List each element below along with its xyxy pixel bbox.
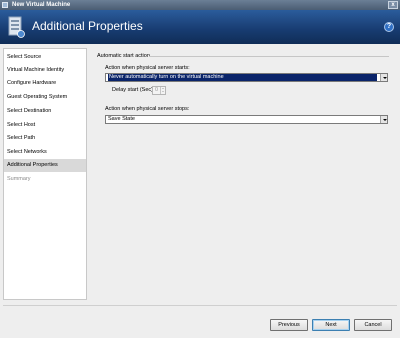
chevron-down-icon[interactable] (380, 74, 387, 81)
sidebar-item-select-networks[interactable]: Select Networks (4, 146, 86, 159)
start-action-value: Never automatically turn on the virtual … (108, 74, 377, 81)
delay-start-label: Delay start (Sec): (112, 87, 155, 93)
help-icon[interactable]: ? (384, 22, 394, 32)
header-banner: Additional Properties ? (0, 10, 400, 44)
title-bar[interactable]: New Virtual Machine x (0, 0, 400, 10)
sidebar-item-select-destination[interactable]: Select Destination (4, 105, 86, 118)
sidebar-item-select-source[interactable]: Select Source (4, 51, 86, 64)
sidebar-item-configure-hardware[interactable]: Configure Hardware (4, 77, 86, 90)
cancel-button[interactable]: Cancel (354, 319, 392, 331)
chevron-down-icon[interactable] (161, 91, 165, 94)
automatic-start-group-label: Automatic start action (97, 53, 150, 59)
virtual-machine-icon (8, 16, 25, 38)
stop-action-dropdown[interactable]: Save State (105, 115, 388, 124)
next-button[interactable]: Next (312, 319, 350, 331)
sidebar-item-virtual-machine-identity[interactable]: Virtual Machine Identity (4, 64, 86, 77)
start-action-dropdown[interactable]: Never automatically turn on the virtual … (105, 73, 388, 82)
start-action-label: Action when physical server starts: (105, 65, 190, 71)
stepper-buttons (160, 87, 165, 94)
wizard-window: New Virtual Machine x Additional Propert… (0, 0, 400, 338)
sidebar-item-select-path[interactable]: Select Path (4, 132, 86, 145)
page-title: Additional Properties (32, 19, 143, 33)
sidebar-item-select-host[interactable]: Select Host (4, 119, 86, 132)
wizard-body: Select Source Virtual Machine Identity C… (0, 44, 400, 338)
footer-divider (3, 305, 397, 306)
sidebar-item-guest-operating-system[interactable]: Guest Operating System (4, 91, 86, 104)
previous-button[interactable]: Previous (270, 319, 308, 331)
window-title: New Virtual Machine (12, 2, 71, 8)
delay-start-value: 0 (155, 87, 159, 93)
wizard-steps-sidebar: Select Source Virtual Machine Identity C… (3, 48, 87, 300)
stop-action-value: Save State (108, 116, 135, 122)
chevron-down-icon[interactable] (380, 116, 387, 123)
app-icon (2, 2, 8, 8)
sidebar-item-summary: Summary (7, 176, 31, 182)
stop-action-label: Action when physical server stops: (105, 106, 190, 112)
group-divider (149, 56, 389, 57)
sidebar-item-additional-properties[interactable]: Additional Properties (4, 159, 86, 172)
close-button[interactable]: x (388, 1, 398, 9)
delay-start-stepper[interactable]: 0 (152, 86, 166, 95)
